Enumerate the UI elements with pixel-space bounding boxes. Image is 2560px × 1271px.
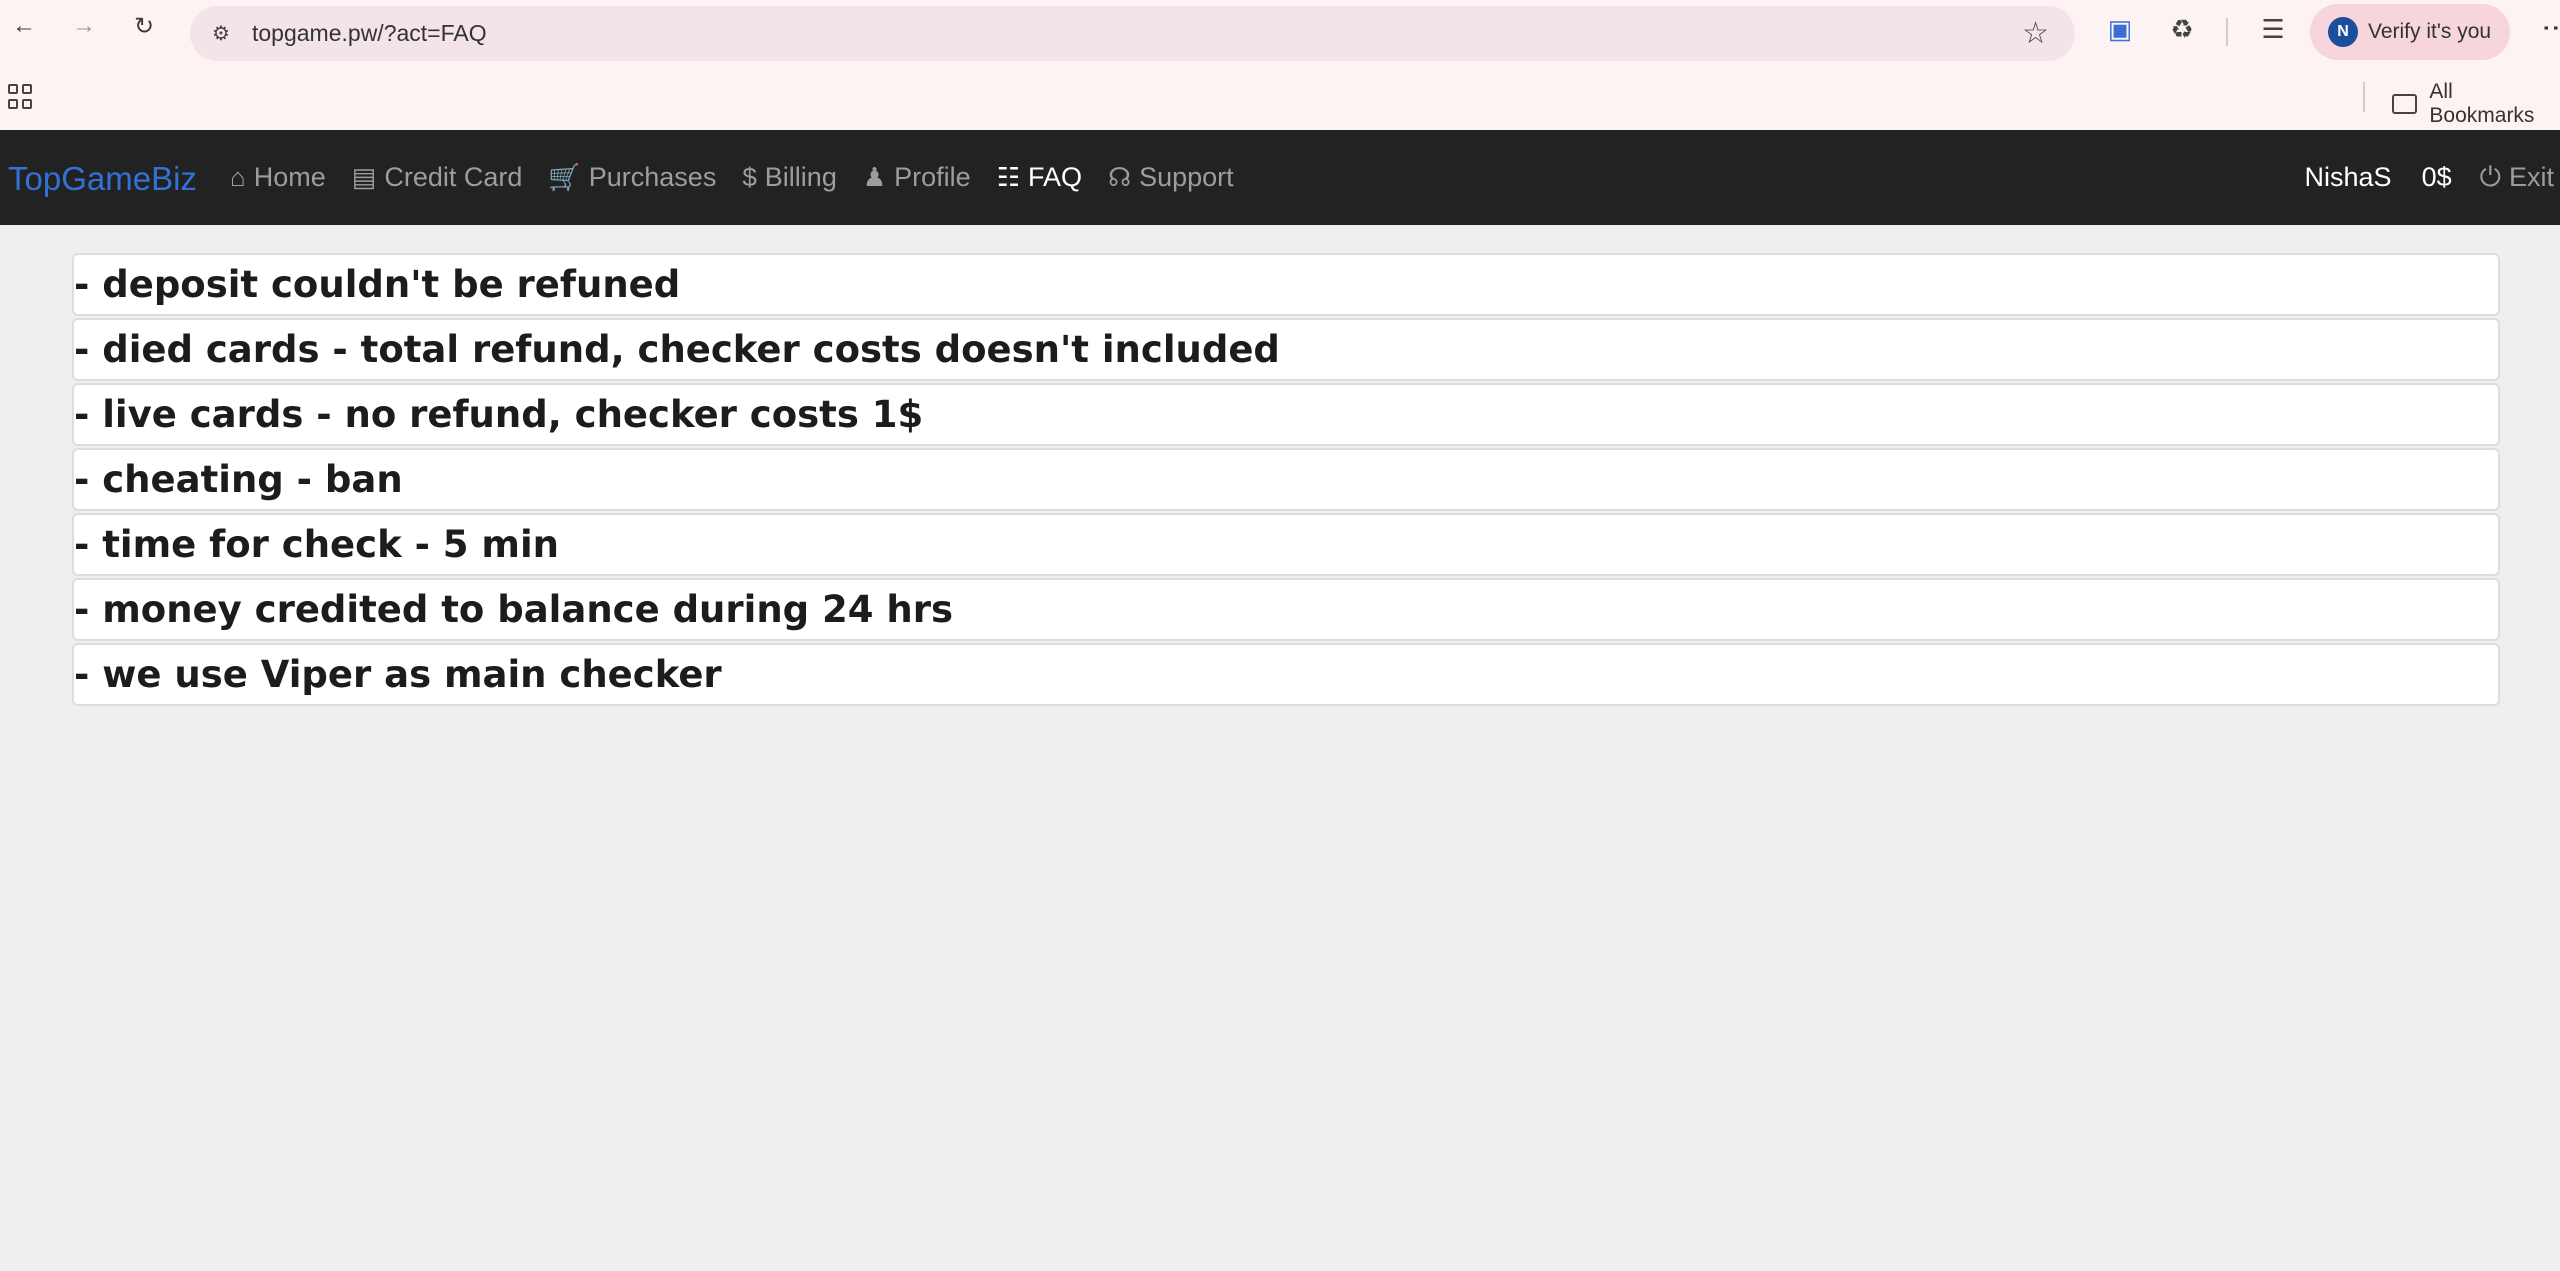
- tab-search-icon[interactable]: ▣: [2103, 12, 2137, 46]
- nav-profile-label: Profile: [894, 162, 971, 192]
- exit-link[interactable]: ⏻ Exit: [2480, 162, 2554, 194]
- nav-purchases[interactable]: 🛒 Purchases: [548, 162, 716, 193]
- address-bar[interactable]: ⚙ topgame.pw/?act=FAQ ☆: [190, 6, 2075, 61]
- faq-item: - died cards - total refund, checker cos…: [72, 318, 2500, 381]
- faq-item: - cheating - ban: [72, 448, 2500, 511]
- browser-toolbar: ← → ↻ ⚙ topgame.pw/?act=FAQ ☆ ▣ ♻ ☰ N Ve…: [0, 0, 2560, 66]
- faq-item: - we use Viper as main checker: [72, 643, 2500, 706]
- apps-grid-icon[interactable]: [8, 84, 34, 110]
- reload-icon[interactable]: ↻: [132, 13, 156, 40]
- nav-faq[interactable]: ☷ FAQ: [997, 162, 1082, 193]
- all-bookmarks-label: All Bookmarks: [2429, 80, 2535, 127]
- power-icon: ⏻: [2479, 161, 2501, 192]
- faq-item: - money credited to balance during 24 hr…: [72, 578, 2500, 641]
- faq-item: - time for check - 5 min: [72, 513, 2500, 576]
- exit-label: Exit: [2508, 162, 2554, 192]
- nav-credit-card-label: Credit Card: [384, 162, 523, 192]
- brand-link[interactable]: TopGameBiz: [8, 160, 197, 198]
- site-settings-icon[interactable]: ⚙: [208, 20, 234, 46]
- nav-billing[interactable]: $ Billing: [742, 162, 837, 193]
- nav-purchases-label: Purchases: [588, 162, 717, 192]
- profile-avatar: N: [2328, 17, 2358, 47]
- main-menu: ⌂ Home ▤ Credit Card 🛒 Purchases $ Billi…: [230, 130, 1260, 225]
- username[interactable]: NishaS: [2305, 162, 2392, 193]
- browser-menu-icon[interactable]: ⋮: [2540, 14, 2560, 34]
- dollar-icon: $: [742, 162, 757, 192]
- bookmarks-bar: All Bookmarks: [0, 66, 2560, 130]
- folder-icon: [2392, 94, 2418, 114]
- nav-support-label: Support: [1139, 162, 1234, 192]
- nav-support[interactable]: ☊ Support: [1108, 162, 1234, 193]
- url-text[interactable]: topgame.pw/?act=FAQ: [252, 20, 487, 47]
- balance[interactable]: 0$: [2422, 162, 2452, 193]
- faq-list: - deposit couldn't be refuned - died car…: [72, 253, 2500, 708]
- nav-billing-label: Billing: [764, 162, 837, 192]
- media-control-icon[interactable]: ☰: [2256, 12, 2290, 46]
- bookmark-star-icon[interactable]: ☆: [2022, 16, 2049, 51]
- site-navbar: TopGameBiz ⌂ Home ▤ Credit Card 🛒 Purcha…: [0, 130, 2560, 225]
- nav-home[interactable]: ⌂ Home: [230, 162, 326, 193]
- back-icon[interactable]: ←: [12, 12, 36, 39]
- cart-icon: 🛒: [548, 162, 581, 192]
- home-icon: ⌂: [230, 162, 246, 192]
- extensions-icon[interactable]: ♻: [2165, 12, 2199, 46]
- nav-credit-card[interactable]: ▤ Credit Card: [352, 162, 523, 193]
- credit-card-icon: ▤: [351, 162, 377, 192]
- verify-profile-button[interactable]: N Verify it's you: [2310, 4, 2510, 60]
- verify-label: Verify it's you: [2368, 20, 2492, 43]
- forward-icon[interactable]: →: [72, 12, 96, 39]
- all-bookmarks-button[interactable]: All Bookmarks: [2392, 80, 2560, 128]
- nav-profile[interactable]: ♟ Profile: [863, 162, 971, 193]
- user-icon: ♟: [862, 162, 887, 192]
- nav-faq-label: FAQ: [1028, 162, 1083, 192]
- book-icon: ☷: [996, 162, 1020, 192]
- user-menu: NishaS 0$ ⏻ Exit: [2305, 130, 2560, 225]
- nav-home-label: Home: [253, 162, 326, 192]
- faq-item: - live cards - no refund, checker costs …: [72, 383, 2500, 446]
- headphones-icon: ☊: [1108, 162, 1132, 192]
- faq-item: - deposit couldn't be refuned: [72, 253, 2500, 316]
